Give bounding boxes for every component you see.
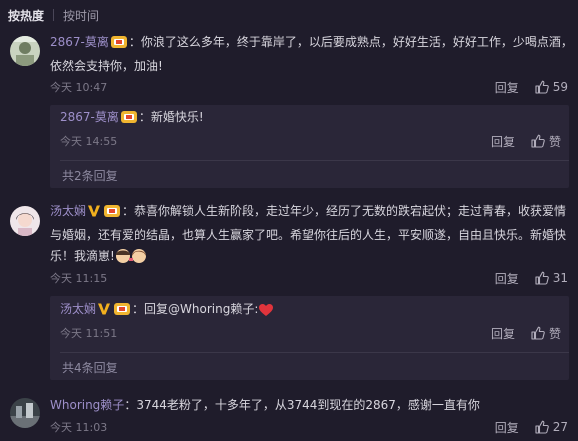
- thumbs-up-icon: [531, 134, 545, 148]
- vip-v-icon: [87, 204, 101, 225]
- comment-username[interactable]: 汤太娴: [50, 204, 86, 218]
- fan-badge-icon: [120, 110, 138, 131]
- more-replies-link[interactable]: 共4条回复: [62, 359, 118, 376]
- avatar[interactable]: [10, 398, 40, 428]
- thumbs-up-icon: [531, 326, 545, 340]
- comment-item: 2867-莫离 ：你浪了这么多年，终于靠岸了，以后要成熟点，好好生活，好好工作，少…: [0, 30, 578, 190]
- reply-button[interactable]: 回复: [495, 79, 519, 96]
- sort-divider: [53, 9, 55, 21]
- comment-text: 与婚姻，还有爱的结晶，也算人生赢家了吧。希望你往后的人生，平安顺遂，自由且快乐。…: [50, 228, 567, 242]
- like-button[interactable]: 赞: [531, 325, 561, 342]
- fan-badge-icon: [110, 35, 128, 56]
- reply-button[interactable]: 回复: [491, 133, 515, 150]
- heart-emoji-icon: [258, 303, 274, 324]
- comment-time: 今天 10:47: [50, 81, 108, 94]
- comment-username[interactable]: 2867-莫离: [50, 35, 109, 49]
- like-count: 27: [552, 420, 568, 434]
- like-count: 59: [552, 80, 568, 94]
- comment-text: 乐！我滴崽!: [50, 249, 115, 263]
- comment-item: Whoring赖子：3744老粉了，十多年了，从3744到现在的2867，感谢一…: [0, 392, 578, 441]
- fan-badge-icon: [103, 204, 121, 225]
- like-button[interactable]: 59: [535, 80, 568, 94]
- reply-box: 汤太娴 ：回复@Whoring赖子: 今天 11:51 回复 赞 共4条回复: [50, 296, 569, 380]
- comment-text: 依然会支持你，加油!: [50, 59, 163, 73]
- like-button[interactable]: 赞: [531, 133, 561, 150]
- thumbs-up-icon: [535, 80, 549, 94]
- comment-time: 今天 11:03: [50, 421, 108, 434]
- like-button[interactable]: 27: [535, 420, 568, 434]
- reply-username[interactable]: 汤太娴: [60, 302, 96, 316]
- avatar[interactable]: [10, 206, 40, 236]
- sort-bar: 按热度 按时间: [0, 0, 578, 30]
- reply-button[interactable]: 回复: [495, 419, 519, 436]
- reply-box: 2867-莫离 ：新婚快乐! 今天 14:55 回复 赞 共2条回复: [50, 105, 569, 188]
- sort-by-hot[interactable]: 按热度: [8, 7, 44, 24]
- comment-item: 汤太娴 ：恭喜你解锁人生新阶段，走过年少，经历了无数的跌宕起伏；走过青春，收获爱情…: [0, 196, 578, 386]
- comment-text: ：恭喜你解锁人生新阶段，走过年少，经历了无数的跌宕起伏；走过青春，收获爱情: [122, 204, 567, 218]
- like-label: 赞: [548, 134, 561, 149]
- vip-v-icon: [97, 302, 111, 323]
- reply-text: ：新婚快乐!: [138, 110, 204, 124]
- sort-by-time[interactable]: 按时间: [63, 7, 99, 24]
- comment-text: ：3744老粉了，十多年了，从3744到现在的2867，感谢一直有你: [124, 398, 480, 412]
- comment-time: 今天 11:15: [50, 272, 108, 285]
- reply-username[interactable]: 2867-莫离: [60, 110, 119, 124]
- comment-text: ：你浪了这么多年，终于靠岸了，以后要成熟点，好好生活，好好工作，少喝点酒，: [128, 35, 573, 49]
- couple-emoji-icon: [115, 248, 147, 271]
- reply-time: 今天 14:55: [60, 135, 118, 148]
- like-count: 31: [552, 271, 568, 285]
- like-button[interactable]: 31: [535, 271, 568, 285]
- reply-button[interactable]: 回复: [495, 270, 519, 287]
- fan-badge-icon: [113, 302, 131, 323]
- reply-text: ：回复@Whoring赖子:: [132, 302, 259, 316]
- thumbs-up-icon: [535, 271, 549, 285]
- comment-username[interactable]: Whoring赖子: [50, 398, 124, 412]
- avatar[interactable]: [10, 36, 40, 66]
- reply-button[interactable]: 回复: [491, 325, 515, 342]
- reply-divider: [60, 160, 569, 161]
- like-label: 赞: [548, 326, 561, 341]
- reply-time: 今天 11:51: [60, 327, 118, 340]
- more-replies-link[interactable]: 共2条回复: [62, 167, 118, 184]
- thumbs-up-icon: [535, 420, 549, 434]
- reply-divider: [60, 352, 569, 353]
